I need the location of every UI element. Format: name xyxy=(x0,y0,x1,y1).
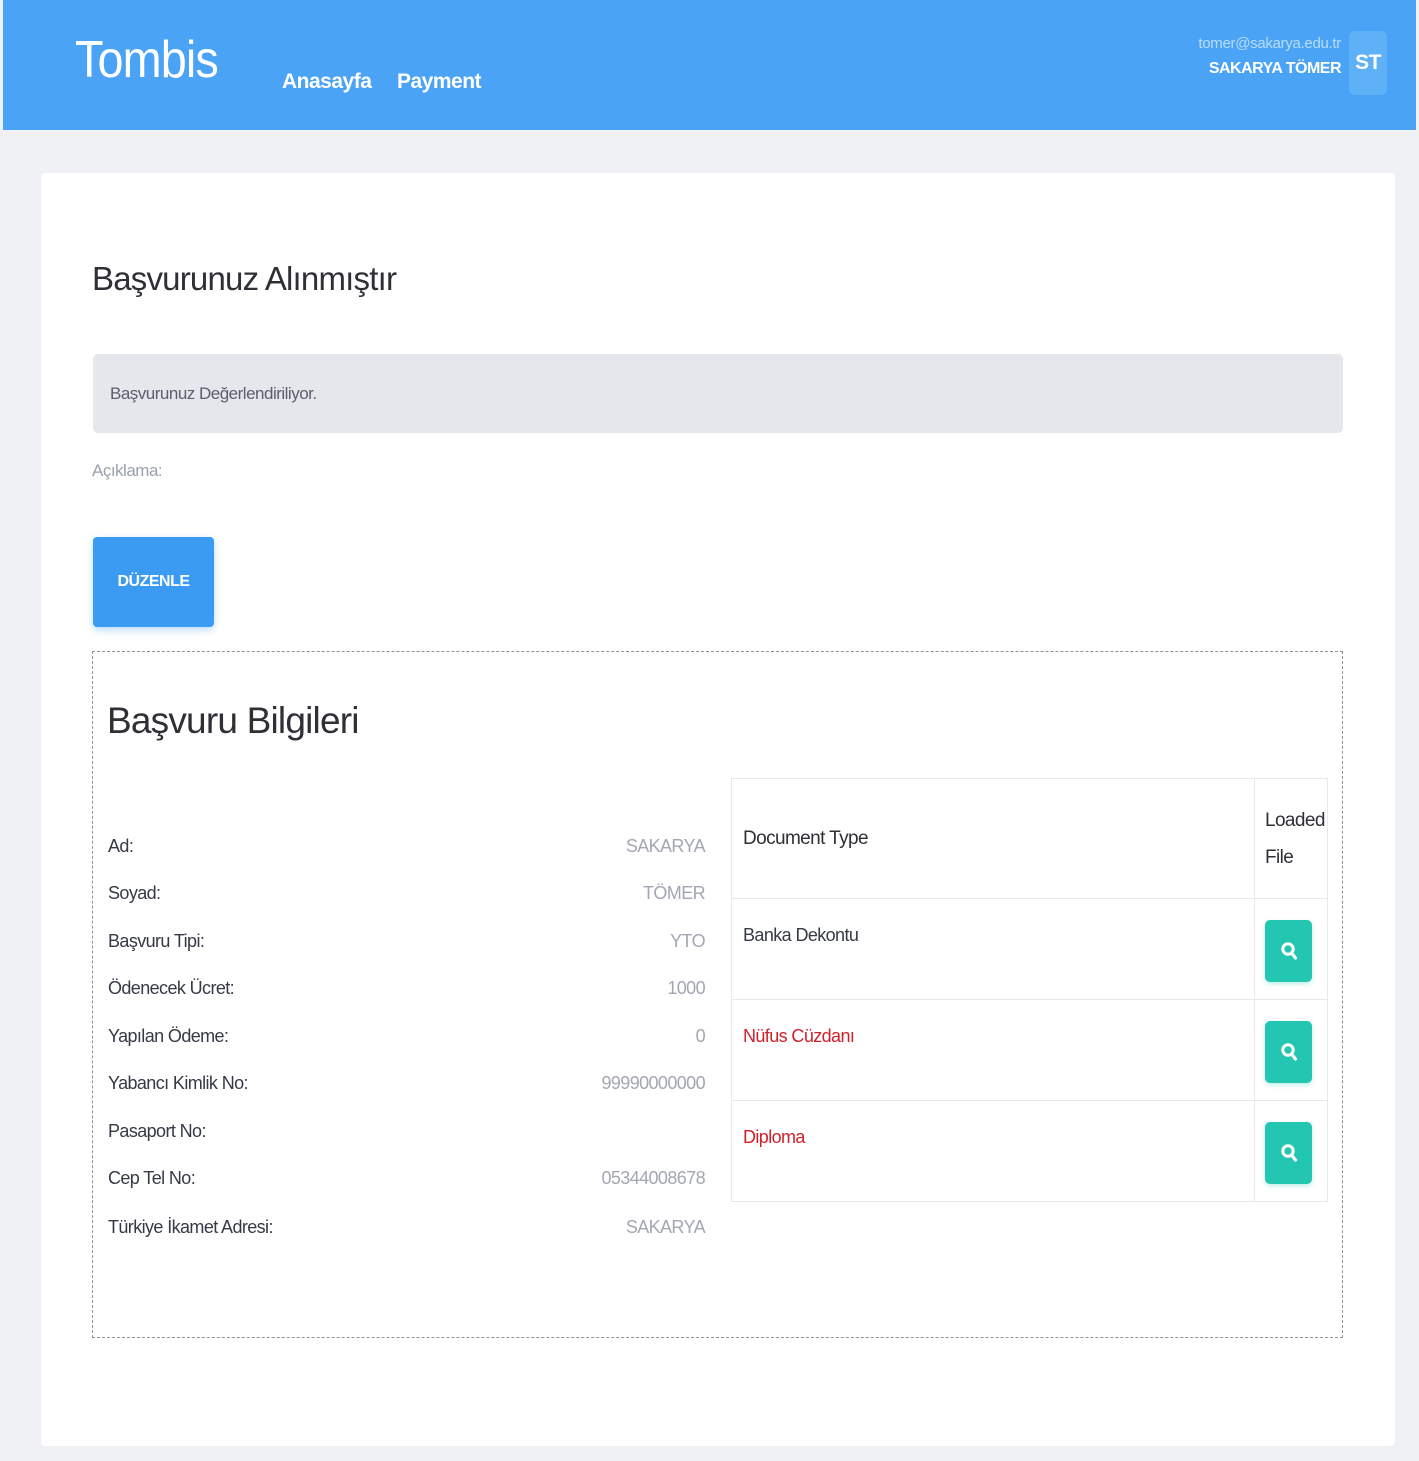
brand-logo[interactable]: Tombis xyxy=(75,30,219,90)
loaded-file-cell xyxy=(1254,1100,1328,1202)
field-label: Pasaport No: xyxy=(108,1121,206,1141)
page-title: Başvurunuz Alınmıştır xyxy=(92,260,397,297)
field-label: Soyad: xyxy=(108,883,161,903)
field-value: 05344008678 xyxy=(601,1168,705,1188)
user-name: SAKARYA TÖMER xyxy=(1208,60,1342,77)
field-value: 99990000000 xyxy=(601,1073,705,1093)
status-alert: Başvurunuz Değerlendiriliyor. xyxy=(93,354,1343,433)
user-email: tomer@sakarya.edu.tr xyxy=(1198,35,1341,52)
document-type-cell: Banka Dekontu xyxy=(731,898,1255,1000)
view-file-button[interactable] xyxy=(1265,1122,1312,1184)
field-value: SAKARYA xyxy=(625,1217,706,1237)
description-label: Açıklama: xyxy=(92,461,163,480)
table-row: Diploma xyxy=(731,1100,1328,1202)
search-icon xyxy=(1280,1144,1297,1162)
view-file-button[interactable] xyxy=(1265,920,1312,982)
nav-link-payment[interactable]: Payment xyxy=(397,70,482,94)
field-label: Başvuru Tipi: xyxy=(108,931,205,951)
field-row-yabanci-kimlik-no: Yabancı Kimlik No: 99990000000 xyxy=(108,1073,706,1103)
field-label: Ödenecek Ücret: xyxy=(108,978,235,998)
table-row: Banka Dekontu xyxy=(731,898,1328,1000)
document-type-cell: Nüfus Cüzdanı xyxy=(731,999,1255,1101)
column-header-loaded-file: Loaded File xyxy=(1254,778,1328,899)
field-value: 0 xyxy=(695,1026,706,1046)
column-header-loaded: Loaded xyxy=(1265,809,1325,831)
field-row-ad: Ad: SAKARYA xyxy=(108,836,706,866)
loaded-file-cell xyxy=(1254,999,1328,1101)
column-header-document-type: Document Type xyxy=(731,778,1255,899)
nav-link-home[interactable]: Anasayfa xyxy=(282,70,372,94)
search-icon xyxy=(1280,1043,1297,1061)
field-row-yapilan-odeme: Yapılan Ödeme: 0 xyxy=(108,1026,706,1056)
field-row-basvuru-tipi: Başvuru Tipi: YTO xyxy=(108,931,706,961)
table-row: Nüfus Cüzdanı xyxy=(731,999,1328,1101)
view-file-button[interactable] xyxy=(1265,1021,1312,1083)
field-value: 1000 xyxy=(667,978,705,998)
documents-table: Document Type Loaded File Banka Dekontu … xyxy=(731,778,1328,1202)
column-header-file: File xyxy=(1265,846,1294,868)
field-label: Türkiye İkamet Adresi: xyxy=(108,1217,273,1237)
table-header-row: Document Type Loaded File xyxy=(731,778,1328,899)
field-value: SAKARYA xyxy=(625,836,706,856)
field-label: Ad: xyxy=(108,836,134,856)
status-text: Başvurunuz Değerlendiriliyor. xyxy=(110,384,317,403)
avatar[interactable]: ST xyxy=(1349,31,1387,95)
section-title: Başvuru Bilgileri xyxy=(107,700,359,741)
edit-button[interactable]: DÜZENLE xyxy=(93,537,214,627)
field-row-odenecek-ucret: Ödenecek Ücret: 1000 xyxy=(108,978,706,1008)
document-type-cell: Diploma xyxy=(731,1100,1255,1202)
field-value: TÖMER xyxy=(643,883,706,903)
field-row-cep-tel-no: Cep Tel No: 05344008678 xyxy=(108,1168,706,1198)
loaded-file-cell xyxy=(1254,898,1328,1000)
search-icon xyxy=(1280,942,1297,960)
field-row-pasaport-no: Pasaport No: xyxy=(108,1121,705,1151)
field-row-soyad: Soyad: TÖMER xyxy=(108,883,706,913)
field-label: Cep Tel No: xyxy=(108,1168,196,1188)
field-label: Yabancı Kimlik No: xyxy=(108,1073,249,1093)
field-label: Yapılan Ödeme: xyxy=(108,1026,229,1046)
field-value: YTO xyxy=(670,931,705,951)
field-row-ikamet-adresi: Türkiye İkamet Adresi: SAKARYA xyxy=(108,1217,706,1247)
user-menu[interactable]: tomer@sakarya.edu.tr SAKARYA TÖMER xyxy=(1198,35,1341,78)
